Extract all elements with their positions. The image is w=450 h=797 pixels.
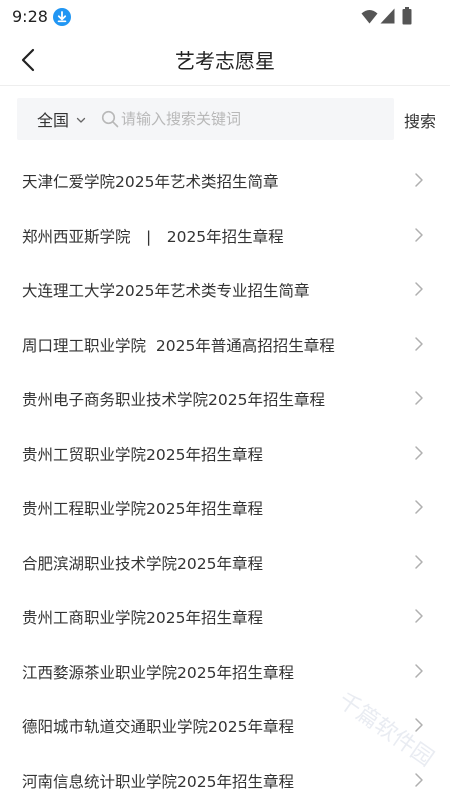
item-title: 天津仁爱学院2025年艺术类招生简章	[22, 173, 279, 191]
search-box: 全国	[17, 98, 394, 140]
list-item[interactable]: 合肥滨湖职业技术学院2025年章程	[0, 535, 450, 590]
list-item[interactable]: 天津仁爱学院2025年艺术类招生简章	[0, 153, 450, 208]
status-bar: 9:28	[0, 0, 450, 34]
item-title: 河南信息统计职业学院2025年招生章程	[22, 772, 294, 791]
chevron-right-icon	[415, 391, 423, 405]
chevron-right-icon	[415, 663, 423, 678]
item-title: 贵州工程职业学院2025年招生章程	[22, 500, 263, 518]
chevron-right-icon	[415, 282, 423, 296]
page-title: 艺考志愿星	[175, 49, 275, 73]
item-title: 德阳城市轨道交通职业学院2025年章程	[22, 718, 294, 736]
list-item[interactable]: 贵州工贸职业学院2025年招生章程	[0, 426, 450, 481]
list-item[interactable]: 河南信息统计职业学院2025年招生章程	[0, 753, 450, 797]
download-icon	[53, 8, 71, 26]
list-item[interactable]: 贵州工商职业学院2025年招生章程	[0, 589, 450, 644]
signal-icon	[380, 8, 395, 24]
battery-icon	[402, 7, 412, 25]
item-title: 贵州电子商务职业技术学院2025年招生章程	[22, 391, 325, 409]
chevron-right-icon	[415, 227, 423, 242]
region-select[interactable]: 全国	[37, 108, 87, 130]
wifi-icon	[361, 10, 378, 24]
item-title: 合肥滨湖职业技术学院2025年章程	[22, 554, 263, 573]
search-icon	[101, 110, 119, 128]
chevron-right-icon	[415, 173, 423, 187]
list-item[interactable]: 贵州工程职业学院2025年招生章程	[0, 480, 450, 535]
search-button[interactable]: 搜索	[404, 108, 436, 132]
item-title: 大连理工大学2025年艺术类专业招生简章	[22, 282, 310, 300]
list-item[interactable]: 江西婺源茶业职业学院2025年招生章程	[0, 644, 450, 699]
list-item[interactable]: 大连理工大学2025年艺术类专业招生简章	[0, 262, 450, 317]
item-title: 江西婺源茶业职业学院2025年招生章程	[22, 663, 294, 682]
chevron-down-icon	[76, 117, 86, 123]
chevron-right-icon	[415, 772, 423, 787]
item-title: 贵州工商职业学院2025年招生章程	[22, 609, 263, 627]
chevron-right-icon	[415, 609, 423, 623]
chevron-right-icon	[415, 500, 423, 514]
status-time: 9:28	[12, 7, 48, 26]
list-item[interactable]: 周口理工职业学院 2025年普通高招招生章程	[0, 317, 450, 372]
region-label: 全国	[37, 111, 70, 130]
list-item[interactable]: 贵州电子商务职业技术学院2025年招生章程	[0, 371, 450, 426]
chevron-right-icon	[415, 336, 423, 351]
item-title: 郑州西亚斯学院 | 2025年招生章程	[22, 227, 284, 246]
list-item[interactable]: 郑州西亚斯学院 | 2025年招生章程	[0, 208, 450, 263]
chevron-right-icon	[415, 554, 423, 569]
article-list: 天津仁爱学院2025年艺术类招生简章 郑州西亚斯学院 | 2025年招生章程大连理…	[0, 153, 450, 797]
nav-bar: 艺考志愿星	[0, 34, 450, 86]
chevron-right-icon	[415, 445, 423, 460]
item-title: 周口理工职业学院 2025年普通高招招生章程	[22, 336, 335, 355]
item-title: 贵州工贸职业学院2025年招生章程	[22, 445, 263, 464]
search-input[interactable]	[121, 104, 381, 134]
